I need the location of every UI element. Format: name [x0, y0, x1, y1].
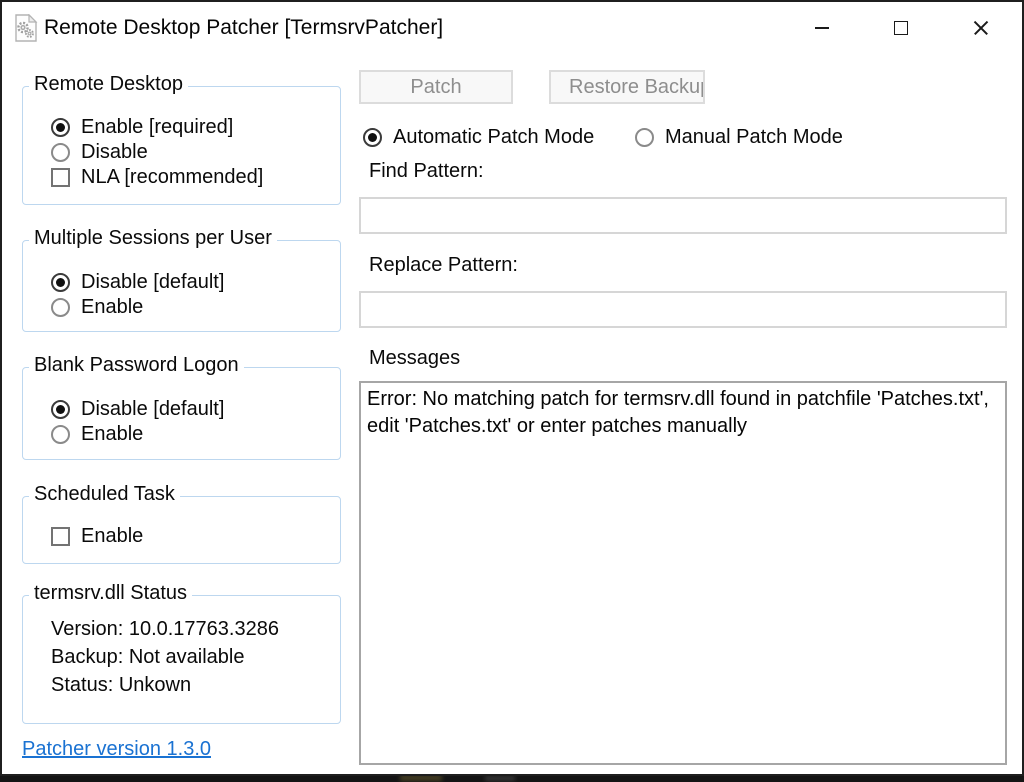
- group-termsrv-status: termsrv.dll Status Version: 10.0.17763.3…: [22, 595, 341, 724]
- checkbox-icon[interactable]: [51, 168, 70, 187]
- find-pattern-input[interactable]: [359, 197, 1007, 234]
- replace-pattern-input[interactable]: [359, 291, 1007, 328]
- radio-icon[interactable]: [635, 128, 654, 147]
- group-multiple-sessions: Multiple Sessions per User Disable [defa…: [22, 240, 341, 332]
- radio-icon[interactable]: [51, 143, 70, 162]
- app-window: Remote Desktop Patcher [TermsrvPatcher] …: [0, 0, 1024, 776]
- radio-ms-disable[interactable]: Disable [default]: [51, 270, 224, 294]
- replace-pattern-label: Replace Pattern:: [369, 254, 518, 277]
- option-label: Disable [default]: [81, 398, 224, 421]
- patcher-version-link[interactable]: Patcher version 1.3.0: [22, 738, 211, 761]
- checkbox-icon[interactable]: [51, 527, 70, 546]
- messages-label: Messages: [369, 347, 465, 370]
- radio-icon[interactable]: [363, 128, 382, 147]
- radio-automatic-patch-mode[interactable]: Automatic Patch Mode: [363, 125, 594, 149]
- checkbox-rd-nla[interactable]: NLA [recommended]: [51, 165, 263, 189]
- option-label: Disable [default]: [81, 271, 224, 294]
- option-label: Disable: [81, 141, 148, 164]
- messages-textarea[interactable]: Error: No matching patch for termsrv.dll…: [359, 381, 1007, 765]
- minimize-icon: [815, 27, 829, 29]
- radio-rd-enable[interactable]: Enable [required]: [51, 115, 233, 139]
- status-backup: Backup: Not available: [51, 646, 244, 669]
- option-label: Manual Patch Mode: [665, 126, 843, 149]
- close-button[interactable]: [957, 8, 1005, 48]
- title-bar[interactable]: Remote Desktop Patcher [TermsrvPatcher]: [2, 2, 1022, 54]
- radio-bp-disable[interactable]: Disable [default]: [51, 397, 224, 421]
- group-scheduled-task: Scheduled Task Enable: [22, 496, 341, 564]
- find-pattern-label: Find Pattern:: [369, 160, 484, 183]
- option-label: NLA [recommended]: [81, 166, 263, 189]
- maximize-button[interactable]: [877, 8, 925, 48]
- group-blank-password: Blank Password Logon Disable [default] E…: [22, 367, 341, 460]
- restore-backup-button[interactable]: Restore Backup: [549, 70, 705, 104]
- desktop-background: Remote Desktop Patcher [TermsrvPatcher] …: [0, 0, 1024, 782]
- radio-icon[interactable]: [51, 298, 70, 317]
- group-remote-desktop: Remote Desktop Enable [required] Disable…: [22, 86, 341, 205]
- group-title: Multiple Sessions per User: [29, 227, 277, 250]
- checkbox-st-enable[interactable]: Enable: [51, 524, 143, 548]
- option-label: Enable: [81, 296, 143, 319]
- radio-rd-disable[interactable]: Disable: [51, 140, 148, 164]
- group-title: Remote Desktop: [29, 73, 188, 96]
- radio-icon[interactable]: [51, 400, 70, 419]
- patch-button[interactable]: Patch: [359, 70, 513, 104]
- radio-icon[interactable]: [51, 273, 70, 292]
- option-label: Enable: [81, 525, 143, 548]
- close-icon: [972, 19, 990, 37]
- option-label: Enable [required]: [81, 116, 233, 139]
- group-title: Blank Password Logon: [29, 354, 244, 377]
- option-label: Enable: [81, 423, 143, 446]
- radio-manual-patch-mode[interactable]: Manual Patch Mode: [635, 125, 843, 149]
- status-patch-state: Status: Unkown: [51, 674, 191, 697]
- radio-icon[interactable]: [51, 118, 70, 137]
- option-label: Automatic Patch Mode: [393, 126, 594, 149]
- group-title: termsrv.dll Status: [29, 582, 192, 605]
- minimize-button[interactable]: [798, 8, 846, 48]
- document-gears-icon: [14, 14, 38, 42]
- radio-icon[interactable]: [51, 425, 70, 444]
- maximize-icon: [894, 21, 908, 35]
- status-version: Version: 10.0.17763.3286: [51, 618, 279, 641]
- taskbar-smudge: [485, 776, 515, 781]
- window-title: Remote Desktop Patcher [TermsrvPatcher]: [44, 2, 443, 54]
- radio-ms-enable[interactable]: Enable: [51, 295, 143, 319]
- group-title: Scheduled Task: [29, 483, 180, 506]
- radio-bp-enable[interactable]: Enable: [51, 422, 143, 446]
